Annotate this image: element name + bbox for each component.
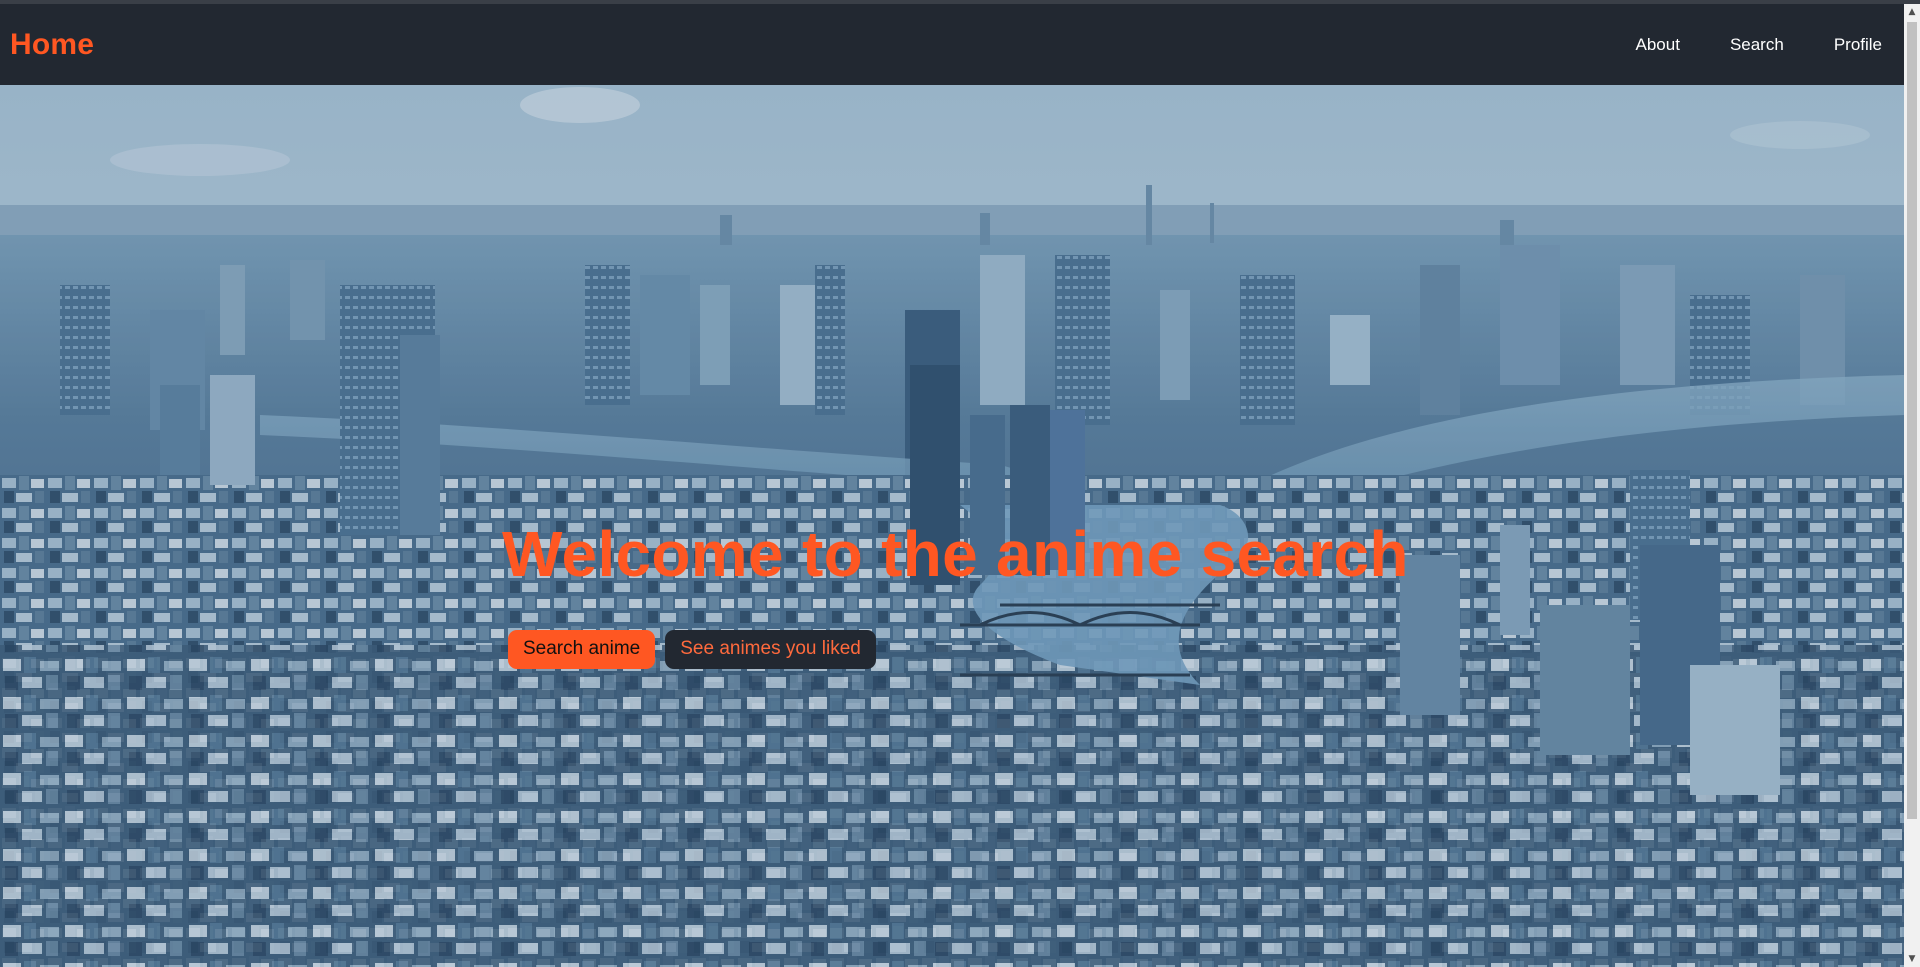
nav-link-search[interactable]: Search [1730,35,1784,55]
liked-animes-button[interactable]: See animes you liked [665,630,876,669]
hero-buttons: Search anime See animes you liked [508,630,1409,669]
hero-section: Welcome to the anime search Search anime… [0,85,1904,967]
scroll-down-arrow-icon[interactable]: ▼ [1904,951,1920,967]
scroll-up-arrow-icon[interactable]: ▲ [1904,4,1920,20]
hero-title: Welcome to the anime search [502,518,1409,590]
vertical-scrollbar[interactable]: ▲ ▼ [1904,4,1920,967]
search-anime-button[interactable]: Search anime [508,630,656,669]
nav-links: About Search Profile [1636,35,1883,55]
navbar: Home About Search Profile [0,4,1904,85]
home-brand-link[interactable]: Home [10,28,94,62]
scrollbar-thumb[interactable] [1907,22,1917,819]
nav-link-about[interactable]: About [1636,35,1680,55]
page: Home About Search Profile Welcome to the… [0,0,1920,967]
nav-link-profile[interactable]: Profile [1834,35,1882,55]
hero-content: Welcome to the anime search Search anime… [502,522,1409,669]
